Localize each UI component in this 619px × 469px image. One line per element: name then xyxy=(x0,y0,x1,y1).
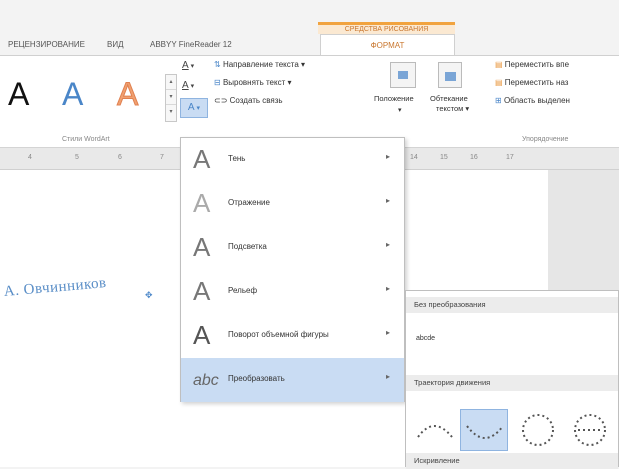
submenu-arrow-icon: ▸ xyxy=(386,196,391,205)
arch-up-icon xyxy=(417,425,453,438)
wordart-style-black[interactable]: A xyxy=(8,76,29,113)
submenu-arrow-icon: ▸ xyxy=(386,372,391,381)
path-preset-arch-down[interactable] xyxy=(460,409,508,451)
send-backward-icon: ▤ xyxy=(495,78,503,87)
menu-item-label: Преобразовать xyxy=(228,374,285,383)
menu-item-glow[interactable]: A Подсветка ▸ xyxy=(181,226,404,270)
create-link-label: Создать связь xyxy=(229,96,283,105)
ribbon-panel: A A A ▴ ▾ ▾ A ▾ A ▾ A ▾ ⇅ Направление те… xyxy=(0,55,619,148)
align-text-label: Выровнять текст xyxy=(222,78,286,87)
text-outline-button[interactable]: A ▾ xyxy=(182,80,208,94)
reflection-icon: A xyxy=(193,188,211,218)
menu-item-label: Рельеф xyxy=(228,286,258,295)
menu-item-bevel[interactable]: A Рельеф ▸ xyxy=(181,270,404,314)
menu-item-label: Поворот объемной фигуры xyxy=(228,330,329,339)
send-backward-button[interactable]: ▤ Переместить наз xyxy=(495,78,568,87)
submenu-arrow-icon: ▸ xyxy=(386,284,391,293)
drawing-tools-context-label: СРЕДСТВА РИСОВАНИЯ xyxy=(318,22,455,34)
menu-item-transform[interactable]: abc Преобразовать ▸ xyxy=(181,358,404,402)
gallery-down-icon[interactable]: ▾ xyxy=(166,90,176,105)
ruler-mark: 16 xyxy=(470,154,478,161)
menu-item-shadow[interactable]: A Тень ▸ xyxy=(181,138,404,182)
align-text-icon: ⊟ xyxy=(214,78,221,87)
text-effects-button[interactable]: A ▾ xyxy=(180,98,208,118)
shadow-icon: A xyxy=(193,144,211,174)
ruler-mark: 14 xyxy=(410,154,418,161)
position-label[interactable]: Положение xyxy=(374,94,414,103)
menu-item-label: Отражение xyxy=(228,198,270,207)
follow-path-header: Траектория движения xyxy=(406,375,618,391)
3d-rotation-icon: A xyxy=(193,320,211,350)
circle-icon xyxy=(522,414,554,446)
send-backward-label: Переместить наз xyxy=(504,78,569,87)
bring-forward-icon: ▤ xyxy=(495,60,503,69)
tab-format[interactable]: ФОРМАТ xyxy=(320,34,455,56)
text-effects-icon: A xyxy=(187,102,195,113)
ruler-mark: 5 xyxy=(75,154,79,161)
button-icon xyxy=(574,414,606,446)
ruler-mark: 15 xyxy=(440,154,448,161)
no-transform-header: Без преобразования xyxy=(406,297,618,313)
gallery-up-icon[interactable]: ▴ xyxy=(166,75,176,90)
path-preset-button[interactable] xyxy=(566,409,614,451)
submenu-arrow-icon: ▸ xyxy=(386,152,391,161)
menu-item-label: Тень xyxy=(228,154,246,163)
wrap-text-icon[interactable] xyxy=(438,62,462,88)
transform-submenu: Без преобразования abcde Траектория движ… xyxy=(405,290,619,469)
tab-view[interactable]: ВИД xyxy=(107,34,124,56)
submenu-arrow-icon: ▸ xyxy=(386,328,391,337)
text-outline-icon: A xyxy=(182,80,189,91)
position-dropdown-icon[interactable]: ▾ xyxy=(398,106,402,114)
wrap-text-label-1[interactable]: Обтекание xyxy=(430,94,468,103)
tab-abbyy-finereader[interactable]: ABBYY FineReader 12 xyxy=(150,34,232,56)
bring-forward-label: Переместить впе xyxy=(504,60,570,69)
text-fill-icon: A xyxy=(182,60,189,71)
wordart-style-blue[interactable]: A xyxy=(62,76,83,113)
arrange-group-label: Упорядочение xyxy=(522,136,569,143)
menu-item-reflection[interactable]: A Отражение ▸ xyxy=(181,182,404,226)
text-direction-label: Направление текста xyxy=(222,60,299,69)
ribbon-tab-bar: РЕЦЕНЗИРОВАНИЕ ВИД ABBYY FineReader 12 Ф… xyxy=(0,34,619,56)
path-preset-circle[interactable] xyxy=(514,409,562,451)
selection-pane-icon: ⊞ xyxy=(495,96,502,105)
wordart-gallery-scroll[interactable]: ▴ ▾ ▾ xyxy=(165,74,177,122)
ruler-mark: 4 xyxy=(28,154,32,161)
text-effects-menu: A Тень ▸ A Отражение ▸ A Подсветка ▸ A Р… xyxy=(180,137,405,402)
ruler-mark: 6 xyxy=(118,154,122,161)
wrap-text-label-2[interactable]: текстом ▾ xyxy=(436,104,469,113)
ruler-mark: 7 xyxy=(160,154,164,161)
menu-item-label: Подсветка xyxy=(228,242,267,251)
text-fill-button[interactable]: A ▾ xyxy=(182,60,208,74)
wordart-styles-group-label: Стили WordArt xyxy=(62,136,110,143)
wordart-style-orange[interactable]: A xyxy=(116,76,138,113)
selection-pane-label: Область выделен xyxy=(503,96,570,105)
glow-icon: A xyxy=(193,232,211,262)
bevel-icon: A xyxy=(193,276,211,306)
text-direction-icon: ⇅ xyxy=(214,60,221,69)
transform-icon: abc xyxy=(193,372,219,389)
align-text-button[interactable]: ⊟ Выровнять текст ▾ xyxy=(214,78,292,87)
arch-down-icon xyxy=(466,425,504,439)
tab-review[interactable]: РЕЦЕНЗИРОВАНИЕ xyxy=(8,34,85,56)
create-link-button[interactable]: ⊂⊃ Создать связь xyxy=(214,96,283,105)
bring-forward-button[interactable]: ▤ Переместить впе xyxy=(495,60,569,69)
no-transform-option[interactable]: abcde xyxy=(416,335,435,342)
wordart-handle-icon[interactable]: ✥ xyxy=(145,290,153,301)
ruler-mark: 17 xyxy=(506,154,514,161)
gallery-more-icon[interactable]: ▾ xyxy=(166,105,176,120)
position-icon[interactable] xyxy=(390,62,416,88)
selection-pane-button[interactable]: ⊞ Область выделен xyxy=(495,96,570,105)
submenu-arrow-icon: ▸ xyxy=(386,240,391,249)
link-icon: ⊂⊃ xyxy=(214,96,228,105)
menu-item-3d-rotation[interactable]: A Поворот объемной фигуры ▸ xyxy=(181,314,404,358)
text-direction-button[interactable]: ⇅ Направление текста ▾ xyxy=(214,60,305,69)
path-preset-arch-up[interactable] xyxy=(410,409,458,451)
